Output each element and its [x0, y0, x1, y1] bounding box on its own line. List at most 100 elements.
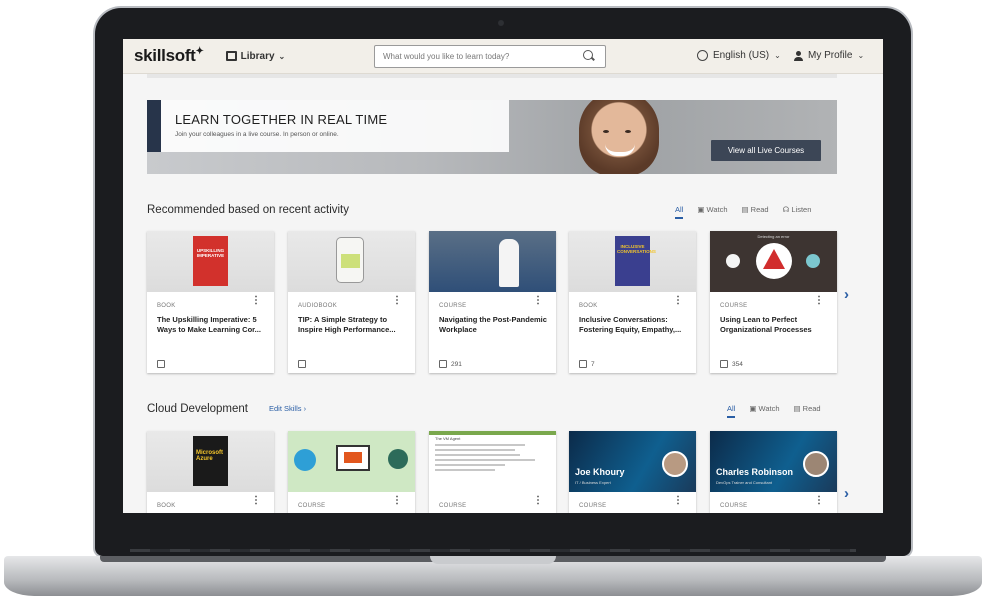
skillsoft-logo[interactable]: skillsoft✦ — [134, 46, 204, 66]
thumbnail-caption: Detecting an error — [757, 234, 790, 239]
card-type: BOOK — [157, 503, 176, 509]
card-type: COURSE — [439, 503, 467, 509]
book-cover-text: INCLUSIVE CONVERSATIONS — [617, 244, 656, 254]
filter-all[interactable]: All — [675, 205, 684, 219]
logo-mark-icon: ✦ — [195, 46, 204, 57]
filter-watch[interactable]: ▣ Watch — [697, 205, 727, 219]
search-icon[interactable] — [583, 50, 593, 60]
more-options-icon[interactable]: ⋮ — [814, 295, 824, 306]
previous-row-edge — [147, 74, 837, 78]
content-card[interactable]: COURSE ⋮ Navigating the Post-Pandemic Wo… — [429, 231, 556, 373]
content-card[interactable]: Microsoft Azure BOOK ⋮ — [147, 431, 274, 513]
laptop-mockup: skillsoft✦ Library ⌄ What would you like… — [0, 0, 986, 611]
more-options-icon[interactable]: ⋮ — [251, 295, 261, 306]
library-menu[interactable]: Library ⌄ — [225, 50, 285, 62]
webcam — [498, 20, 504, 26]
eye-icon — [726, 254, 740, 268]
library-icon — [225, 51, 237, 61]
card-thumbnail — [429, 231, 556, 292]
content-card[interactable]: COURSE ⋮ — [288, 431, 415, 513]
chevron-right-icon[interactable]: › — [844, 485, 849, 502]
library-label: Library — [240, 50, 275, 62]
card-thumbnail: INCLUSIVE CONVERSATIONS — [569, 231, 696, 292]
thumbs-up-icon[interactable] — [298, 360, 306, 368]
more-options-icon[interactable]: ⋮ — [533, 295, 543, 306]
lid-notch — [430, 556, 556, 564]
language-selector[interactable]: English (US) ⌄ — [697, 50, 781, 61]
card-title[interactable]: The Upskilling Imperative: 5 Ways to Mak… — [157, 315, 269, 335]
banner-photo-detail — [625, 130, 631, 133]
card-type: COURSE — [720, 503, 748, 509]
book-cover: INCLUSIVE CONVERSATIONS — [615, 236, 656, 286]
card-title[interactable]: Using Lean to Perfect Organizational Pro… — [720, 315, 832, 335]
avatar — [662, 451, 688, 477]
thumbs-up-icon[interactable] — [720, 360, 728, 368]
content-card[interactable]: Joe Khoury IT / Business Expert COURSE ⋮ — [569, 431, 696, 513]
slide-line — [435, 464, 505, 466]
content-card[interactable]: Detecting an error COURSE ⋮ Using Lean t… — [710, 231, 837, 373]
edit-skills-link[interactable]: Edit Skills › — [269, 404, 306, 413]
card-title[interactable]: Navigating the Post-Pandemic Workplace — [439, 315, 551, 335]
thumbs-up-icon[interactable] — [579, 360, 587, 368]
content-card[interactable]: Charles Robinson DevOps Trainer and Cons… — [710, 431, 837, 513]
thumbs-up-icon[interactable] — [157, 360, 165, 368]
thumbs-up-icon[interactable] — [439, 360, 447, 368]
banner-title: LEARN TOGETHER IN REAL TIME — [175, 112, 388, 127]
bottle-image — [336, 237, 364, 283]
content-card[interactable]: AUDIOBOOK ⋮ TIP: A Simple Strategy to In… — [288, 231, 415, 373]
card-type: COURSE — [579, 503, 607, 509]
banner-photo-detail — [603, 130, 609, 133]
filter-read-label: Read — [802, 404, 821, 413]
filter-all[interactable]: All — [727, 404, 736, 418]
book-cover: UPSKILLING IMPERATIVE — [193, 236, 228, 286]
card-title[interactable]: TIP: A Simple Strategy to Inspire High P… — [298, 315, 410, 335]
recommended-filters: All ▣ Watch ▤ Read ☊ Listen — [675, 205, 811, 219]
card-type: COURSE — [720, 303, 748, 309]
recommended-section-title: Recommended based on recent activity — [147, 204, 349, 216]
card-likes: 7 — [579, 360, 595, 368]
more-options-icon[interactable]: ⋮ — [673, 495, 683, 506]
filter-watch[interactable]: ▣ Watch — [749, 404, 779, 418]
slide-line — [435, 454, 520, 456]
more-options-icon[interactable]: ⋮ — [673, 295, 683, 306]
likes-count: 354 — [732, 360, 743, 368]
more-options-icon[interactable]: ⋮ — [392, 495, 402, 506]
content-card[interactable]: UPSKILLING IMPERATIVE BOOK ⋮ The Upskill… — [147, 231, 274, 373]
search-input[interactable]: What would you like to learn today? — [374, 45, 606, 68]
chevron-right-icon[interactable]: › — [844, 286, 849, 303]
book-cover-text: Microsoft Azure — [196, 450, 223, 462]
slide-title: The VM Agent — [435, 436, 461, 441]
hinge — [130, 549, 856, 552]
content-card[interactable]: INCLUSIVE CONVERSATIONS BOOK ⋮ Inclusive… — [569, 231, 696, 373]
filter-listen[interactable]: ☊ Listen — [783, 205, 812, 219]
card-thumbnail: Microsoft Azure — [147, 431, 274, 492]
filter-read[interactable]: ▤ Read — [742, 205, 769, 219]
card-thumbnail: The VM Agent — [429, 431, 556, 492]
slide-line — [435, 449, 515, 451]
more-options-icon[interactable]: ⋮ — [251, 495, 261, 506]
card-likes: 291 — [439, 360, 462, 368]
banner-photo — [579, 100, 659, 174]
card-likes — [157, 360, 169, 368]
card-likes: 354 — [720, 360, 743, 368]
book-cover-text: UPSKILLING IMPERATIVE — [196, 248, 225, 258]
card-title[interactable]: Inclusive Conversations: Fostering Equit… — [579, 315, 691, 335]
gear-icon — [388, 449, 408, 469]
more-options-icon[interactable]: ⋮ — [533, 495, 543, 506]
filter-read[interactable]: ▤ Read — [794, 404, 821, 418]
profile-menu[interactable]: My Profile ⌄ — [793, 50, 864, 61]
view-live-courses-button[interactable]: View all Live Courses — [711, 140, 821, 161]
card-thumbnail — [288, 431, 415, 492]
filter-watch-label: Watch — [706, 205, 728, 214]
more-options-icon[interactable]: ⋮ — [814, 495, 824, 506]
content-card[interactable]: The VM Agent COURSE ⋮ — [429, 431, 556, 513]
speaker-role: IT / Business Expert — [575, 480, 611, 485]
live-courses-banner: LEARN TOGETHER IN REAL TIME Join your co… — [147, 100, 837, 174]
banner-subtitle: Join your colleagues in a live course. I… — [175, 131, 339, 138]
book-cover: Microsoft Azure — [193, 436, 228, 486]
eye-icon — [806, 254, 820, 268]
bottle-label — [341, 254, 360, 268]
card-type: BOOK — [579, 303, 598, 309]
more-options-icon[interactable]: ⋮ — [392, 295, 402, 306]
avatar — [803, 451, 829, 477]
